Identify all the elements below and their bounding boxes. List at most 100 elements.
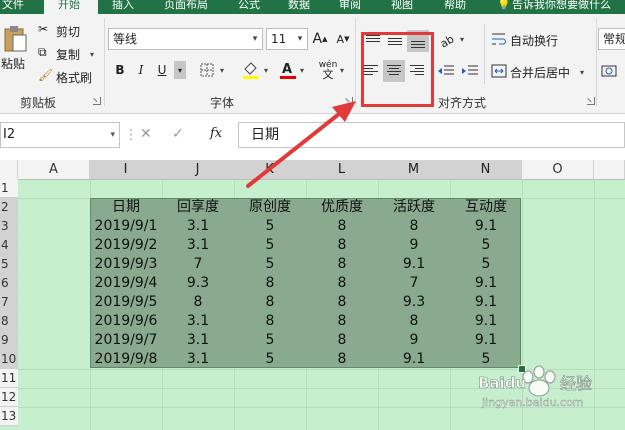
- font-launcher-icon[interactable]: [345, 97, 353, 105]
- table-cell[interactable]: 9.1: [378, 350, 450, 369]
- table-cell[interactable]: 9.1: [450, 293, 522, 312]
- orientation-button[interactable]: ab: [438, 30, 460, 50]
- italic-button[interactable]: I: [134, 61, 148, 79]
- font-size-select[interactable]: 11 ▾: [266, 28, 308, 50]
- table-cell[interactable]: 8: [306, 236, 378, 255]
- paste-button[interactable]: [2, 24, 28, 54]
- table-cell[interactable]: 9: [378, 331, 450, 350]
- table-header-cell[interactable]: 原创度: [234, 198, 306, 217]
- tab-formulas[interactable]: 公式: [238, 0, 260, 14]
- table-cell[interactable]: 2019/9/3: [90, 255, 162, 274]
- table-cell[interactable]: 2019/9/4: [90, 274, 162, 293]
- table-cell[interactable]: 5: [234, 217, 306, 236]
- column-header-l[interactable]: L: [306, 160, 378, 179]
- tab-data[interactable]: 数据: [288, 0, 310, 14]
- tell-me-search[interactable]: 告诉我你想要做什么: [512, 0, 611, 14]
- chevron-down-icon[interactable]: ▾: [460, 35, 464, 44]
- column-header-a[interactable]: A: [18, 160, 90, 179]
- fill-color-button[interactable]: [240, 60, 262, 80]
- grow-font-button[interactable]: A ▲: [311, 30, 329, 48]
- accounting-format-button[interactable]: [600, 62, 620, 80]
- column-header-next[interactable]: [594, 160, 625, 179]
- column-header-o[interactable]: O: [522, 160, 594, 179]
- row-header-6[interactable]: 6: [0, 274, 18, 293]
- shrink-font-button[interactable]: A ▼: [334, 30, 352, 48]
- chevron-down-icon[interactable]: ▾: [340, 66, 344, 75]
- formula-input[interactable]: 日期: [238, 122, 625, 148]
- table-cell[interactable]: 9.1: [378, 255, 450, 274]
- wrap-text-button[interactable]: 自动换行: [510, 32, 558, 49]
- column-header-n[interactable]: N: [450, 160, 522, 179]
- table-cell[interactable]: 5: [450, 255, 522, 274]
- alignment-launcher-icon[interactable]: [587, 97, 595, 105]
- table-header-cell[interactable]: 优质度: [306, 198, 378, 217]
- column-header-j[interactable]: J: [162, 160, 234, 179]
- row-header-13[interactable]: 13: [0, 407, 18, 426]
- column-header-i[interactable]: I: [90, 160, 162, 179]
- table-cell[interactable]: 8: [306, 312, 378, 331]
- table-cell[interactable]: 9.1: [450, 331, 522, 350]
- tab-insert[interactable]: 插入: [112, 0, 134, 14]
- table-cell[interactable]: 8: [162, 293, 234, 312]
- table-cell[interactable]: 3.1: [162, 312, 234, 331]
- table-cell[interactable]: 5: [234, 350, 306, 369]
- insert-function-button[interactable]: fx: [210, 126, 222, 141]
- table-header-cell[interactable]: 日期: [90, 198, 162, 217]
- row-header-9[interactable]: 9: [0, 331, 18, 350]
- table-cell[interactable]: 5: [450, 236, 522, 255]
- increase-indent-button[interactable]: [460, 62, 480, 80]
- table-cell[interactable]: 2019/9/7: [90, 331, 162, 350]
- row-header-5[interactable]: 5: [0, 255, 18, 274]
- table-cell[interactable]: 8: [234, 274, 306, 293]
- underline-dropdown[interactable]: ▾: [174, 61, 186, 79]
- table-cell[interactable]: 9.1: [450, 217, 522, 236]
- tab-file[interactable]: 文件: [2, 0, 32, 14]
- column-header-k[interactable]: K: [234, 160, 306, 179]
- table-cell[interactable]: 9.3: [162, 274, 234, 293]
- table-cell[interactable]: 8: [306, 217, 378, 236]
- select-all-corner[interactable]: [0, 160, 18, 179]
- table-cell[interactable]: 2019/9/5: [90, 293, 162, 312]
- table-cell[interactable]: 7: [378, 274, 450, 293]
- tab-review[interactable]: 审阅: [339, 0, 361, 14]
- borders-button[interactable]: [198, 61, 216, 79]
- column-header-m[interactable]: M: [378, 160, 450, 179]
- table-cell[interactable]: 3.1: [162, 217, 234, 236]
- table-cell[interactable]: 8: [378, 217, 450, 236]
- table-cell[interactable]: 2019/9/6: [90, 312, 162, 331]
- table-cell[interactable]: 3.1: [162, 331, 234, 350]
- table-cell[interactable]: 9.3: [378, 293, 450, 312]
- table-cell[interactable]: 2019/9/8: [90, 350, 162, 369]
- table-cell[interactable]: 5: [234, 331, 306, 350]
- tab-home[interactable]: 开始: [44, 0, 98, 14]
- enter-check-icon[interactable]: ✓: [172, 126, 184, 142]
- table-header-cell[interactable]: 活跃度: [378, 198, 450, 217]
- row-header-1[interactable]: 1: [0, 179, 18, 198]
- tab-page-layout[interactable]: 页面布局: [164, 0, 208, 14]
- clipboard-launcher-icon[interactable]: [93, 97, 101, 105]
- row-header-8[interactable]: 8: [0, 312, 18, 331]
- bold-button[interactable]: B: [112, 61, 128, 79]
- row-header-7[interactable]: 7: [0, 293, 18, 312]
- table-cell[interactable]: 8: [234, 293, 306, 312]
- cut-button[interactable]: 剪切: [56, 23, 80, 40]
- row-header-4[interactable]: 4: [0, 236, 18, 255]
- table-cell[interactable]: 9.1: [450, 312, 522, 331]
- table-cell[interactable]: 7: [162, 255, 234, 274]
- table-cell[interactable]: 8: [306, 331, 378, 350]
- decrease-indent-button[interactable]: [436, 62, 456, 80]
- table-cell[interactable]: 8: [306, 350, 378, 369]
- table-cell[interactable]: 3.1: [162, 236, 234, 255]
- merge-center-button[interactable]: 合并后居中: [510, 64, 570, 81]
- table-header-cell[interactable]: 回享度: [162, 198, 234, 217]
- table-cell[interactable]: 8: [378, 312, 450, 331]
- table-cell[interactable]: 2019/9/2: [90, 236, 162, 255]
- table-cell[interactable]: 8: [234, 312, 306, 331]
- row-header-2[interactable]: 2: [0, 198, 18, 217]
- tab-help[interactable]: 帮助: [444, 0, 466, 14]
- underline-button[interactable]: U: [154, 61, 170, 79]
- row-header-3[interactable]: 3: [0, 217, 18, 236]
- row-header-10[interactable]: 10: [0, 350, 18, 369]
- table-cell[interactable]: 8: [306, 293, 378, 312]
- table-cell[interactable]: 2019/9/1: [90, 217, 162, 236]
